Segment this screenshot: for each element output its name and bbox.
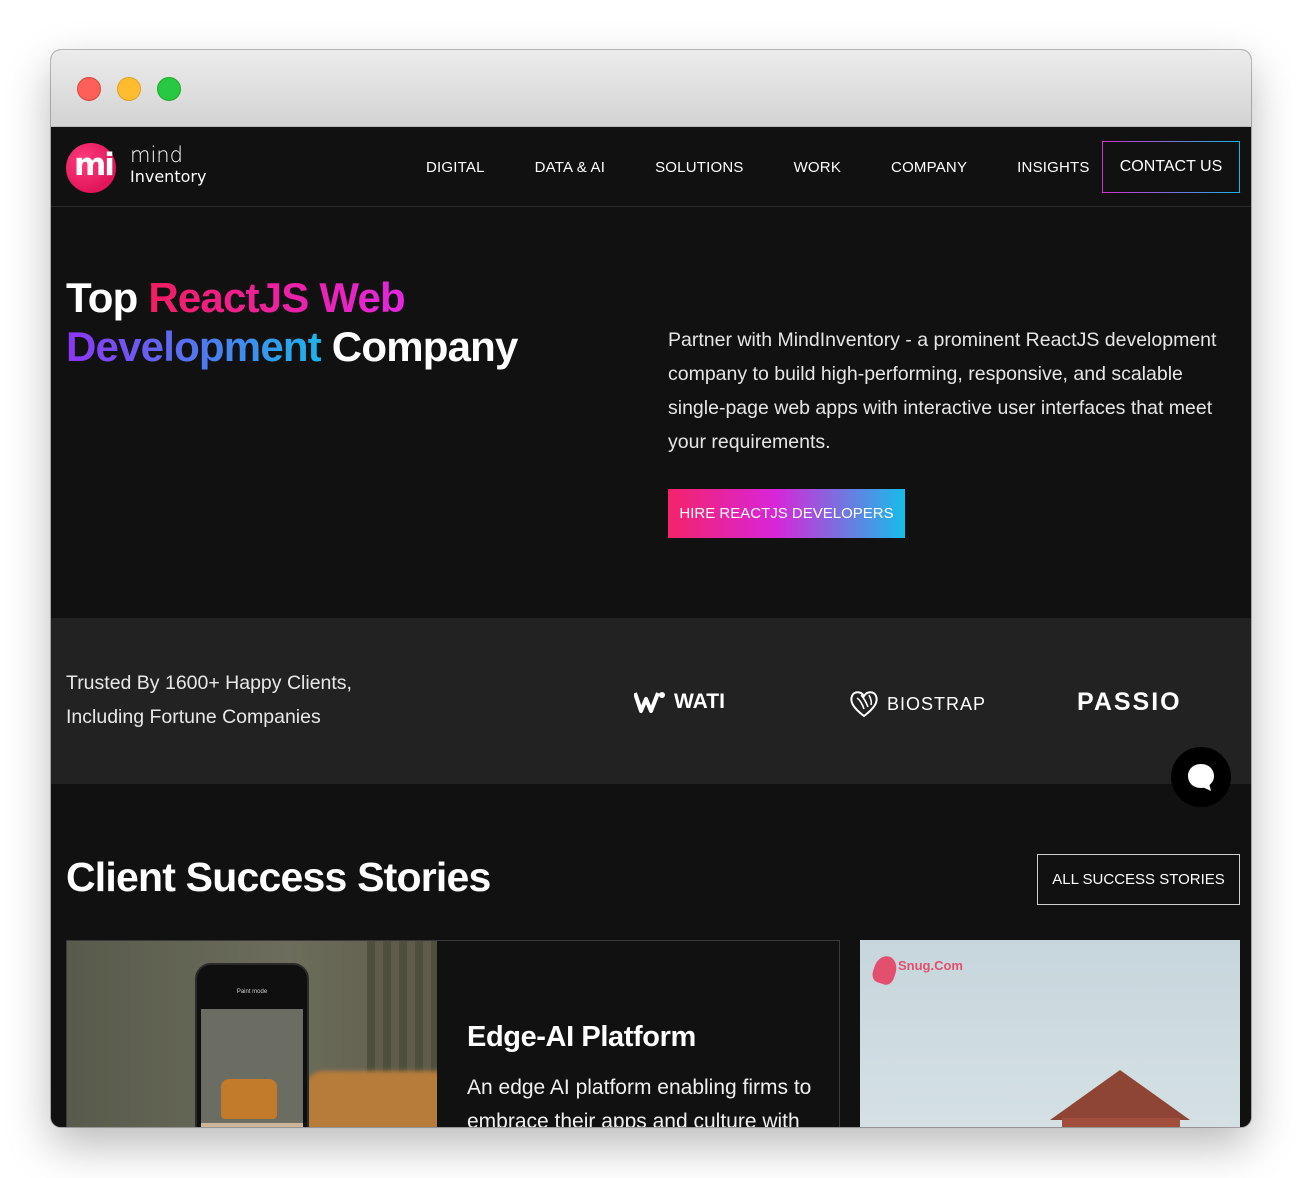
phone-screen [201,1009,303,1127]
trusted-text: Trusted By 1600+ Happy Clients, Includin… [66,672,352,728]
success-story-card-snug[interactable]: Snug.Com [860,940,1240,1127]
logo-mark-icon: mi [66,143,116,193]
minimize-window-button[interactable] [117,77,141,101]
logo-word-inventory: Inventory [130,167,207,186]
trusted-clients-section: Trusted By 1600+ Happy Clients, Includin… [51,618,1251,784]
client-logo-biostrap: BIOSTRAP [849,690,986,718]
mindinventory-logo[interactable]: mi mind Inventory [66,141,206,193]
hero-description: Partner with MindInventory - a prominent… [668,329,1217,453]
client-logo-passio: PASSIO [1077,688,1182,716]
site-header: mi mind Inventory DIGITAL DATA & AI SOLU… [51,127,1251,207]
nav-item-company[interactable]: COMPANY [891,159,967,176]
nav-item-solutions[interactable]: SOLUTIONS [655,159,743,176]
story-heading: Edge-AI Platform [467,1021,696,1053]
logo-word-mind: mind [130,143,183,167]
sofa-graphic [305,1071,437,1127]
wati-icon [634,692,665,713]
contact-us-button[interactable]: CONTACT US [1102,141,1240,193]
nav-item-digital[interactable]: DIGITAL [426,159,485,176]
armchair-graphic [221,1079,277,1119]
success-stories-title: Client Success Stories [66,854,491,900]
story-description: An edge AI platform enabling firms to em… [467,1076,812,1127]
biostrap-heart-icon [850,691,878,718]
web-page: mi mind Inventory DIGITAL DATA & AI SOLU… [51,127,1251,1127]
hire-reactjs-developers-button[interactable]: HIRE REACTJS DEVELOPERS [668,489,905,538]
nav-item-work[interactable]: WORK [794,159,841,176]
maximize-window-button[interactable] [157,77,181,101]
main-nav: DIGITAL DATA & AI SOLUTIONS WORK COMPANY… [426,127,1140,207]
close-window-button[interactable] [77,77,101,101]
client-logo-wati: WATI [634,690,725,714]
house-illustration [1050,1070,1190,1127]
phone-mockup: Paint mode [195,963,309,1127]
phone-screen-title: Paint mode [236,989,268,995]
floor-graphic [201,1123,303,1127]
chat-bubble-icon [1188,764,1214,791]
browser-window: mi mind Inventory DIGITAL DATA & AI SOLU… [51,50,1251,1127]
story-image-edge-ai: Paint mode [67,941,437,1127]
chat-widget-button[interactable] [1171,747,1231,807]
snug-brand-name: Snug.Com [898,958,963,973]
success-story-card[interactable]: Paint mode Edge-AI Platform An edge AI p… [66,940,840,1127]
snug-logo-icon [870,953,900,987]
all-success-stories-button[interactable]: ALL SUCCESS STORIES [1037,854,1240,905]
window-titlebar [51,50,1251,127]
nav-item-data-ai[interactable]: DATA & AI [535,159,605,176]
hero-title: Top ReactJS Web Development Company [66,274,518,370]
nav-item-insights[interactable]: INSIGHTS [1017,159,1089,176]
